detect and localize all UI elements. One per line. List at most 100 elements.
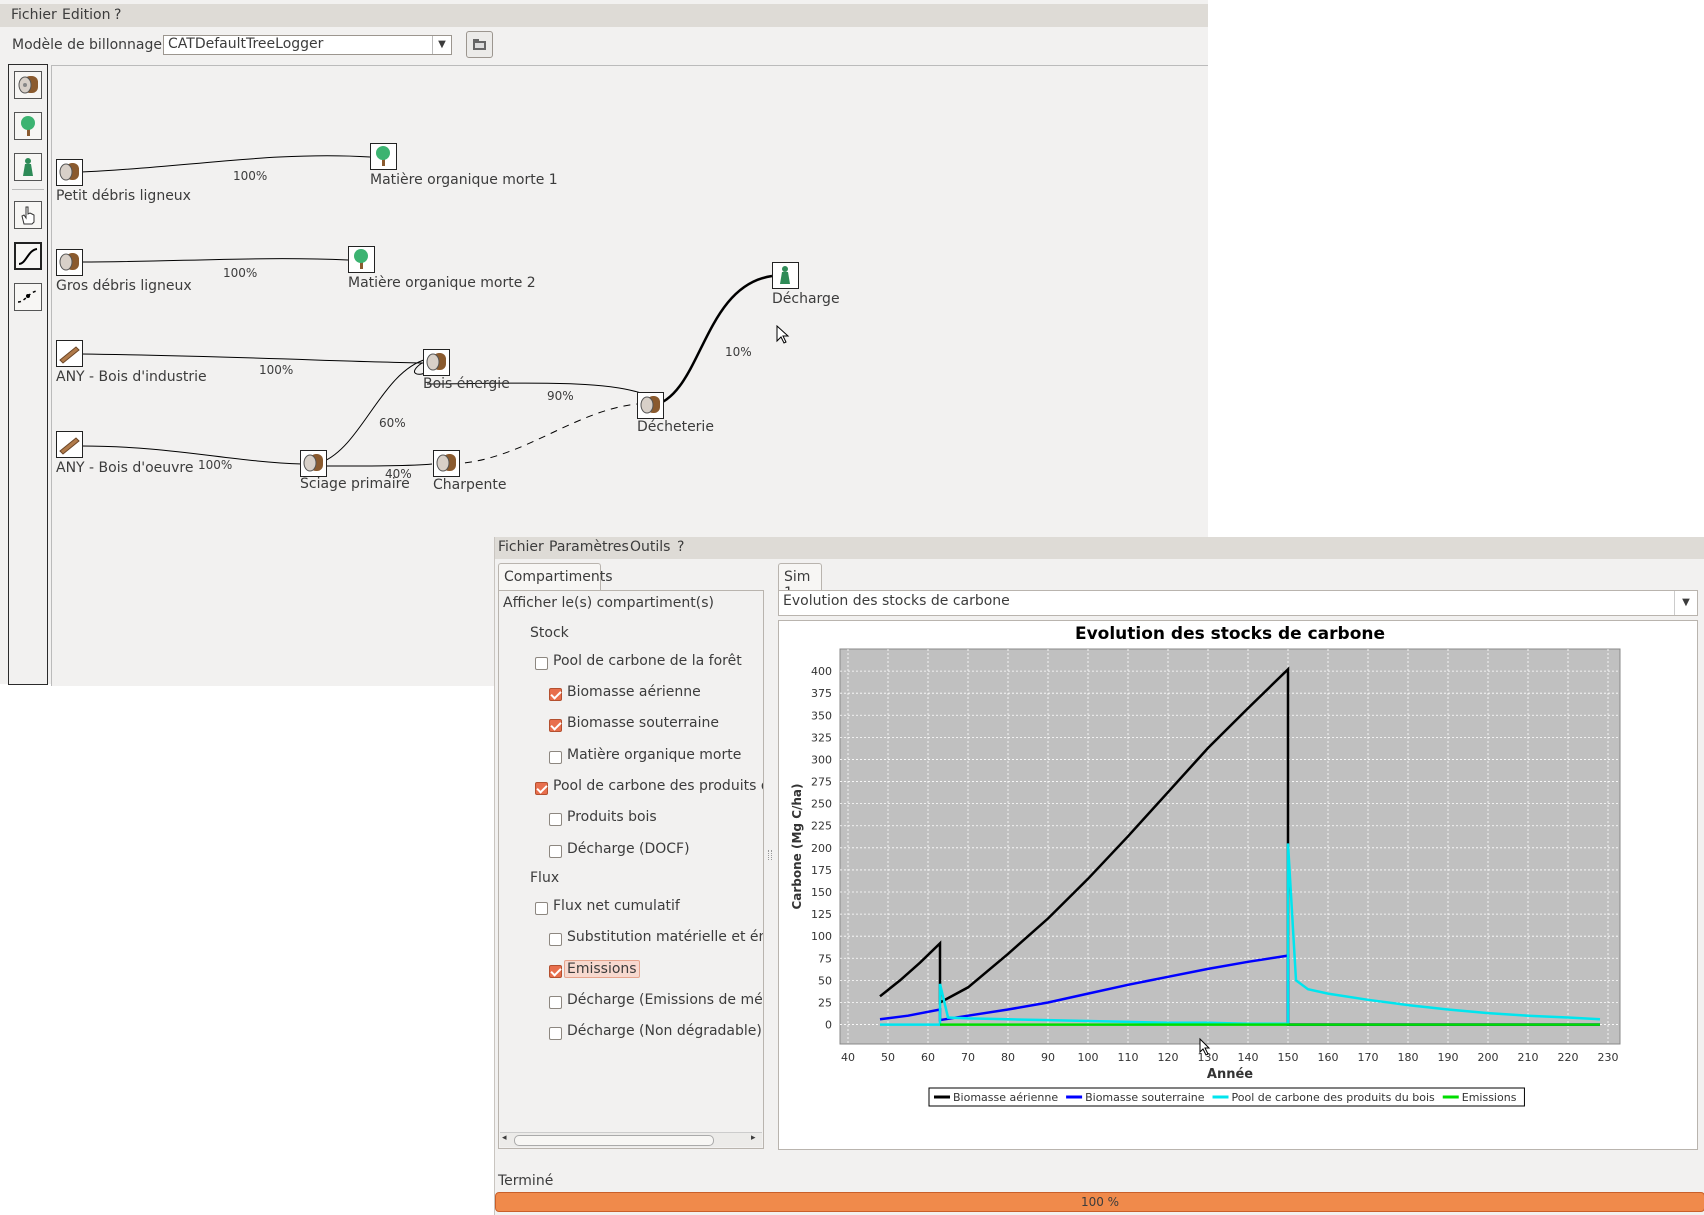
mouse-cursor-icon [776,325,790,344]
scroll-left-icon[interactable]: ◂ [502,1133,507,1143]
label-decharge: Décharge [772,291,840,307]
x-tick-label: 70 [961,1051,975,1064]
carbon-chart: Evolution des stocks de carbone 40 50 60 70 8… [778,620,1698,1150]
x-tick-label: 210 [1518,1051,1539,1064]
label-energie: Bois énergie [423,376,510,392]
label-decharge-docf[interactable]: Décharge (DOCF) [567,841,690,857]
select-tool[interactable] [14,201,42,229]
y-axis-label: Carbone (Mg C/ha) [790,783,804,909]
tree-tool[interactable] [14,112,42,140]
menu-parametres[interactable]: Paramètres [549,539,629,555]
wood-log-icon [18,76,38,94]
label-gros: Gros débris ligneux [56,278,192,294]
edge-decheterie-decharge [651,274,773,408]
horizontal-scrollbar[interactable]: ◂ ▸ [500,1132,762,1147]
checkbox-emissions[interactable] [549,965,562,978]
label-matiere-organique[interactable]: Matière organique morte [567,747,741,763]
link-tool[interactable] [14,242,42,270]
scrollbar-thumb[interactable] [514,1135,714,1146]
y-tick-label: 275 [811,776,832,789]
model-combobox[interactable]: CATDefaultTreeLogger ▼ [163,35,452,55]
y-tick-label: 125 [811,908,832,921]
label-biomasse-souterraine[interactable]: Biomasse souterraine [567,715,719,731]
checkbox-substitution[interactable] [549,933,562,946]
menu-help[interactable]: ? [677,539,684,555]
node-decheterie[interactable] [637,392,664,419]
tab-sim-1[interactable]: Sim 1 [778,563,822,601]
stock-header: Stock [530,625,569,641]
status-text: Terminé [498,1173,554,1189]
label-produits-bois[interactable]: Produits bois [567,809,657,825]
menu-help[interactable]: ? [114,7,121,23]
split-pane-handle[interactable] [768,850,772,860]
menu-fichier[interactable]: Fichier [498,539,544,555]
label-mom2: Matière organique morte 2 [348,275,536,291]
landfill-bag-icon [780,266,790,284]
wood-log-icon [426,353,446,371]
node-sciage[interactable] [300,450,327,477]
node-petit[interactable] [56,159,83,186]
scroll-right-icon[interactable]: ▸ [751,1133,756,1143]
node-gros[interactable] [56,249,83,276]
chart-svg: Evolution des stocks de carbone 40 50 60 70 8… [790,624,1621,1107]
checkbox-flux-net[interactable] [535,902,548,915]
chart-selector-dropdown[interactable]: Evolution des stocks de carbone ▼ [778,590,1698,616]
plot-area [839,648,1621,1045]
label-decharge-methane[interactable]: Décharge (Emissions de méthar [567,992,763,1008]
checkbox-pool-foret[interactable] [535,657,548,670]
wood-log-tool[interactable] [14,71,42,99]
chevron-down-icon[interactable]: ▼ [432,36,451,54]
wood-log-icon [59,253,79,271]
menu-outils[interactable]: Outils [630,539,670,555]
edge-charpente-decheterie [451,403,638,465]
x-tick-label: 170 [1358,1051,1379,1064]
checkbox-decharge-methane[interactable] [549,996,562,1009]
node-industrie[interactable] [56,340,83,367]
chevron-down-icon[interactable]: ▼ [1674,591,1697,615]
y-tick-label: 75 [818,952,832,965]
hand-pointer-icon [21,206,35,225]
landfill-tool[interactable] [14,153,42,181]
open-folder-button[interactable] [466,31,493,58]
label-emissions[interactable]: Emissions [564,960,640,978]
dashed-link-tool[interactable] [14,283,42,311]
label-pool-produits[interactable]: Pool de carbone des produits du b [553,778,763,794]
label-charpente: Charpente [433,477,507,493]
menu-edition[interactable]: Edition [62,7,110,23]
progress-bar: 100 % [495,1192,1704,1212]
label-substitution[interactable]: Substitution matérielle et énerg [567,929,763,945]
node-mom1[interactable] [370,143,397,170]
x-tick-label: 50 [881,1051,895,1064]
checkbox-pool-produits[interactable] [535,782,548,795]
node-oeuvre[interactable] [56,431,83,458]
y-tick-label: 400 [811,665,832,678]
chart-selector-value: Evolution des stocks de carbone [783,593,1010,609]
checkbox-biomasse-aerienne[interactable] [549,688,562,701]
node-energie[interactable] [423,349,450,376]
menu-fichier[interactable]: Fichier [11,7,57,23]
pct-8: 40% [385,467,412,481]
y-tick-label: 200 [811,842,832,855]
label-pool-foret[interactable]: Pool de carbone de la forêt [553,653,742,669]
menu-bar: Fichier Edition ? [0,4,1208,27]
checkbox-biomasse-souterraine[interactable] [549,719,562,732]
label-flux-net[interactable]: Flux net cumulatif [553,898,680,914]
carbon-simulation-window: Fichier Paramètres Outils ? Compartiment… [494,537,1704,1215]
node-decharge[interactable] [772,262,799,289]
node-mom2[interactable] [348,246,375,273]
log-icon [59,437,80,455]
y-tick-label: 225 [811,820,832,833]
checkbox-matiere-organique[interactable] [549,751,562,764]
checkbox-decharge-non-degradable[interactable] [549,1027,562,1040]
y-tick-label: 350 [811,709,832,722]
label-decharge-non-degradable[interactable]: Décharge (Non dégradable) [567,1023,762,1039]
label-biomasse-aerienne[interactable]: Biomasse aérienne [567,684,701,700]
flux-header: Flux [530,870,560,886]
checkbox-produits-bois[interactable] [549,813,562,826]
node-charpente[interactable] [433,450,460,477]
legend-label-0: Biomasse aérienne [953,1091,1058,1104]
tab-compartiments[interactable]: Compartiments [498,563,613,591]
x-tick-label: 190 [1438,1051,1459,1064]
legend-label-2: Pool de carbone des produits du bois [1232,1091,1436,1104]
checkbox-decharge-docf[interactable] [549,845,562,858]
